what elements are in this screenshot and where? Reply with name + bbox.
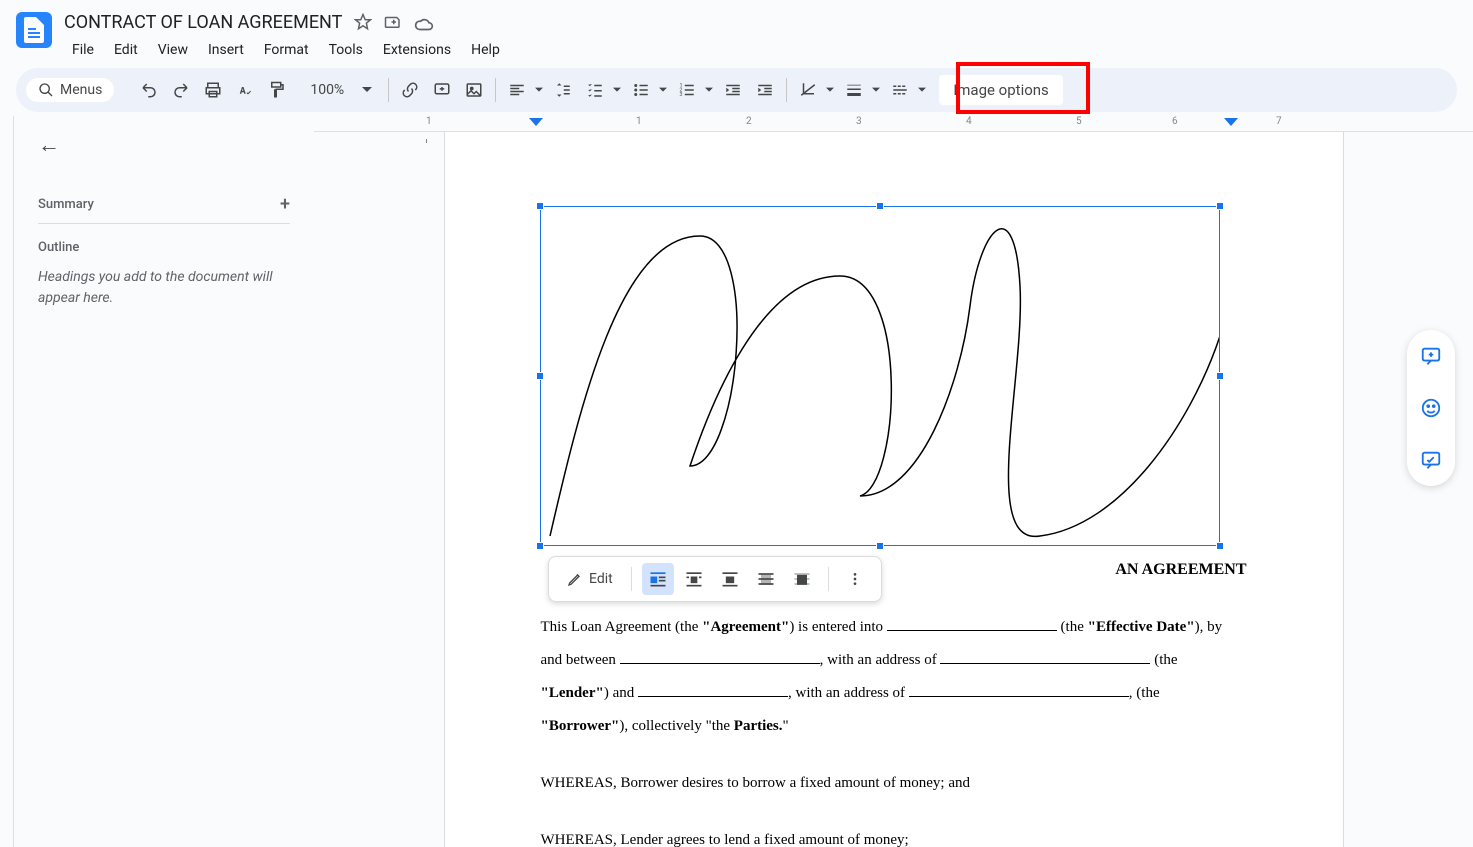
checklist-dropdown[interactable] xyxy=(610,86,624,94)
border-dash-button[interactable] xyxy=(885,75,915,105)
paint-format-button[interactable] xyxy=(262,75,292,105)
star-icon[interactable] xyxy=(354,13,372,31)
indent-marker-right[interactable] xyxy=(1224,118,1238,132)
border-weight-button[interactable] xyxy=(839,75,869,105)
menu-view[interactable]: View xyxy=(150,38,196,62)
menu-insert[interactable]: Insert xyxy=(200,38,252,62)
align-button[interactable] xyxy=(502,75,532,105)
decrease-indent-button[interactable] xyxy=(718,75,748,105)
resize-handle-bl[interactable] xyxy=(536,542,544,550)
resize-handle-br[interactable] xyxy=(1216,542,1224,550)
image-button[interactable] xyxy=(459,75,489,105)
print-button[interactable] xyxy=(198,75,228,105)
paragraph-3[interactable]: WHEREAS, Lender agrees to lend a fixed a… xyxy=(541,824,1247,847)
redo-button[interactable] xyxy=(166,75,196,105)
paragraph-1[interactable]: This Loan Agreement (the "Agreement") is… xyxy=(541,611,1247,743)
comment-button[interactable] xyxy=(427,75,457,105)
search-icon xyxy=(38,82,54,98)
bullet-dropdown[interactable] xyxy=(656,86,670,94)
numbered-dropdown[interactable] xyxy=(702,86,716,94)
bullet-list-button[interactable] xyxy=(626,75,656,105)
wrap-inline-button[interactable] xyxy=(642,563,674,595)
menu-format[interactable]: Format xyxy=(256,38,317,62)
cloud-icon[interactable] xyxy=(414,12,434,32)
image-wrap-toolbar: Edit xyxy=(548,556,882,602)
numbered-list-button[interactable]: 123 xyxy=(672,75,702,105)
horizontal-ruler[interactable]: 1 1 2 3 4 5 6 7 xyxy=(314,116,1473,132)
toolbar: Menus 100% 123 Image options xyxy=(16,68,1457,112)
menu-extensions[interactable]: Extensions xyxy=(375,38,459,62)
align-dropdown[interactable] xyxy=(532,86,546,94)
selected-image[interactable] xyxy=(540,206,1220,546)
wrap-text-button[interactable] xyxy=(678,563,710,595)
suggest-edits-button[interactable] xyxy=(1413,442,1449,478)
wrap-break-button[interactable] xyxy=(714,563,746,595)
summary-label: Summary xyxy=(38,197,94,212)
pencil-icon xyxy=(567,571,583,587)
vertical-ruler xyxy=(0,116,14,847)
menu-file[interactable]: File xyxy=(64,38,102,62)
menu-bar: File Edit View Insert Format Tools Exten… xyxy=(64,38,1457,62)
outline-empty-text: Headings you add to the document will ap… xyxy=(38,267,290,309)
move-icon[interactable] xyxy=(384,13,402,31)
edit-image-button[interactable]: Edit xyxy=(559,571,621,587)
docs-logo-icon[interactable] xyxy=(16,12,52,48)
search-menus-label: Menus xyxy=(60,82,102,98)
resize-handle-tl[interactable] xyxy=(536,202,544,210)
add-emoji-button[interactable] xyxy=(1413,390,1449,426)
resize-handle-bm[interactable] xyxy=(876,542,884,550)
undo-button[interactable] xyxy=(134,75,164,105)
image-options-button[interactable]: Image options xyxy=(939,75,1063,105)
zoom-dropdown[interactable] xyxy=(352,75,382,105)
back-arrow-icon[interactable]: ← xyxy=(38,132,290,158)
zoom-level[interactable]: 100% xyxy=(304,82,350,98)
search-menus[interactable]: Menus xyxy=(26,78,114,102)
crop-button[interactable] xyxy=(793,75,823,105)
wrap-front-button[interactable] xyxy=(786,563,818,595)
resize-handle-mr[interactable] xyxy=(1216,372,1224,380)
indent-marker-left[interactable] xyxy=(529,118,543,132)
outline-sidebar: ← Summary + Outline Headings you add to … xyxy=(14,116,314,847)
border-weight-dropdown[interactable] xyxy=(869,86,883,94)
menu-edit[interactable]: Edit xyxy=(106,38,146,62)
line-spacing-button[interactable] xyxy=(548,75,578,105)
floating-comment-panel xyxy=(1407,330,1455,486)
add-summary-button[interactable]: + xyxy=(280,194,290,215)
checklist-button[interactable] xyxy=(580,75,610,105)
paragraph-2[interactable]: WHEREAS, Borrower desires to borrow a fi… xyxy=(541,767,1247,800)
menu-help[interactable]: Help xyxy=(463,38,508,62)
resize-handle-tr[interactable] xyxy=(1216,202,1224,210)
resize-handle-tm[interactable] xyxy=(876,202,884,210)
document-title[interactable]: CONTRACT OF LOAN AGREEMENT xyxy=(64,12,342,33)
menu-tools[interactable]: Tools xyxy=(321,38,371,62)
increase-indent-button[interactable] xyxy=(750,75,780,105)
link-button[interactable] xyxy=(395,75,425,105)
border-dash-dropdown[interactable] xyxy=(915,86,929,94)
outline-label: Outline xyxy=(38,240,290,255)
crop-dropdown[interactable] xyxy=(823,86,837,94)
add-comment-button[interactable] xyxy=(1413,338,1449,374)
spellcheck-button[interactable] xyxy=(230,75,260,105)
wrap-behind-button[interactable] xyxy=(750,563,782,595)
header: CONTRACT OF LOAN AGREEMENT File Edit Vie… xyxy=(0,0,1473,64)
more-options-button[interactable] xyxy=(839,563,871,595)
resize-handle-ml[interactable] xyxy=(536,372,544,380)
svg-text:3: 3 xyxy=(680,92,683,98)
